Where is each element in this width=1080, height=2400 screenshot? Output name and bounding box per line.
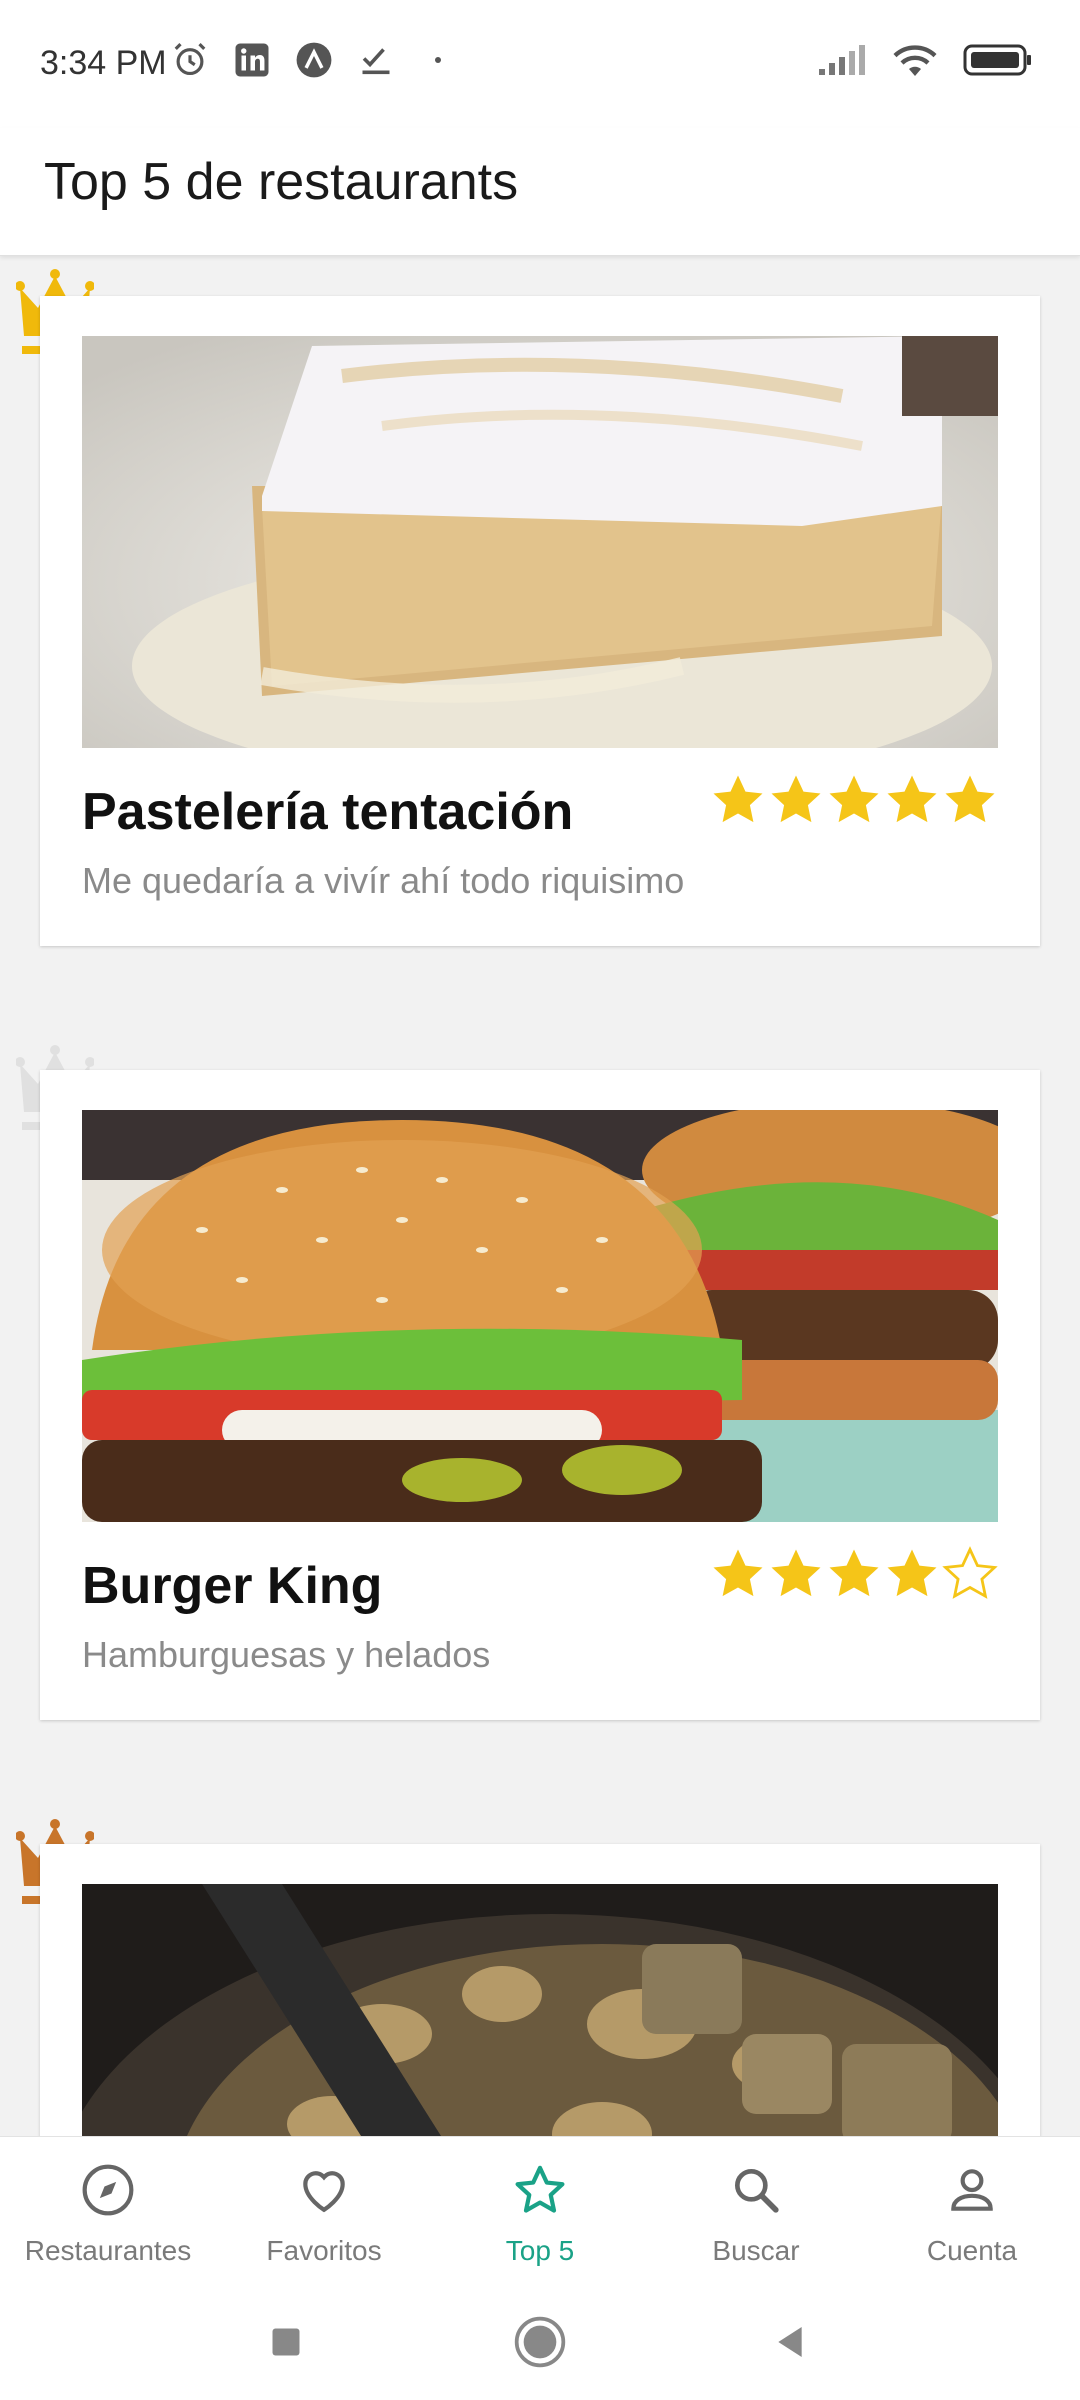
nav-item-favoritos[interactable]: Favoritos [216,2137,432,2288]
restaurant-image [82,1884,998,2136]
restaurant-card[interactable]: Pastelería tentación Me quedaría a vivír… [40,296,1040,946]
nav-label: Cuenta [926,2235,1018,2266]
restaurant-image [82,1110,998,1522]
compass-icon [79,2161,137,2219]
restaurant-list[interactable]: Pastelería tentación Me quedaría a vivír… [0,258,1080,2136]
linkedin-icon [232,40,272,80]
battery-icon [962,40,1034,80]
star-filled-icon [713,1549,763,1597]
star-outline-icon [511,2161,569,2219]
back-icon[interactable] [760,2312,820,2372]
nav-label: Restaurantes [24,2235,192,2266]
restaurant-card[interactable] [40,1844,1040,2136]
rating-stars [710,772,998,828]
star-outline-icon [942,1546,998,1599]
restaurant-name: Burger King [82,1557,383,1615]
nav-label: Buscar [712,2235,800,2266]
status-system-icons [816,40,1034,80]
star-filled-icon [771,1549,821,1597]
star-filled-icon [887,1549,937,1597]
bottom-navigation: Restaurantes Favoritos Top 5 Buscar Cuen… [0,2136,1080,2288]
nav-label: Favoritos [266,2235,382,2266]
recent-apps-icon[interactable] [256,2312,316,2372]
nav-item-restaurantes[interactable]: Restaurantes [0,2137,216,2288]
dot-icon [418,40,458,80]
heart-icon [295,2161,353,2219]
rating-stars [710,1546,998,1602]
restaurant-description: Me quedaría a vivír ahí todo riquisimo [82,860,685,901]
restaurant-image [82,336,998,748]
nav-item-buscar[interactable]: Buscar [648,2137,864,2288]
app-icon [294,40,334,80]
star-filled-icon [713,775,763,823]
star-filled-icon [829,1549,879,1597]
account-icon [943,2161,1001,2219]
signal-icon [816,40,868,80]
wifi-icon [890,40,940,80]
star-filled-icon [829,775,879,823]
restaurant-card[interactable]: Burger King Hamburguesas y helados [40,1070,1040,1720]
app-bar: Top 5 de restaurants [0,128,1080,256]
star-filled-icon [945,775,995,823]
nav-label: Top 5 [505,2235,575,2266]
nav-item-cuenta[interactable]: Cuenta [864,2137,1080,2288]
star-filled-icon [771,775,821,823]
home-icon[interactable] [510,2312,570,2372]
check-icon [356,40,396,80]
restaurant-name: Pastelería tentación [82,783,574,841]
alarm-icon [170,40,210,80]
status-notification-icons [170,40,458,80]
nav-item-top5[interactable]: Top 5 [432,2137,648,2288]
search-icon [727,2161,785,2219]
restaurant-description: Hamburguesas y helados [82,1634,491,1675]
status-time: 3:34 PM [40,44,167,82]
page-title: Top 5 de restaurants [44,153,519,211]
system-navigation-bar [0,2288,1080,2400]
star-filled-icon [887,775,937,823]
status-bar: 3:34 PM [0,0,1080,128]
